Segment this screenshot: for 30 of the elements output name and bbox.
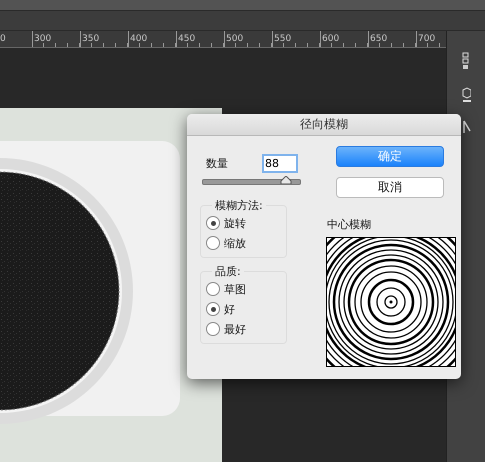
radio-button[interactable] (206, 302, 220, 316)
ruler-label: 300 (32, 31, 80, 47)
amount-slider[interactable] (202, 179, 301, 185)
radio-button[interactable] (206, 322, 220, 336)
ruler-label: 0 (0, 33, 7, 46)
dialog-title: 径向模糊 (187, 114, 461, 136)
group-title: 品质: (214, 264, 242, 279)
cube-icon[interactable] (461, 85, 471, 105)
ruler-label: 450 (176, 31, 224, 47)
ruler-label: 400 (128, 31, 176, 47)
amount-field[interactable]: 88 (262, 154, 298, 173)
radio-button[interactable] (206, 236, 220, 250)
radio-button[interactable] (206, 216, 220, 230)
cancel-button[interactable]: 取消 (336, 177, 444, 198)
ruler-label: 600 (320, 31, 368, 47)
radio-option[interactable]: 好 (206, 299, 286, 319)
radio-option[interactable]: 缩放 (206, 233, 286, 253)
radio-button[interactable] (206, 282, 220, 296)
preview-label: 中心模糊 (327, 217, 372, 232)
ruler-label: 500 (224, 31, 272, 47)
ruler-label: 650 (368, 31, 416, 47)
slider-thumb[interactable] (280, 176, 292, 184)
ruler-label: 350 (80, 31, 128, 47)
radio-option[interactable]: 最好 (206, 319, 286, 339)
blur-center-preview[interactable] (326, 237, 456, 367)
group-title: 模糊方法: (214, 198, 264, 213)
radio-option[interactable]: 旋转 (206, 213, 286, 233)
radio-option[interactable]: 草图 (206, 279, 286, 299)
ruler-label: 550 (272, 31, 320, 47)
amount-label: 数量 (206, 156, 228, 171)
